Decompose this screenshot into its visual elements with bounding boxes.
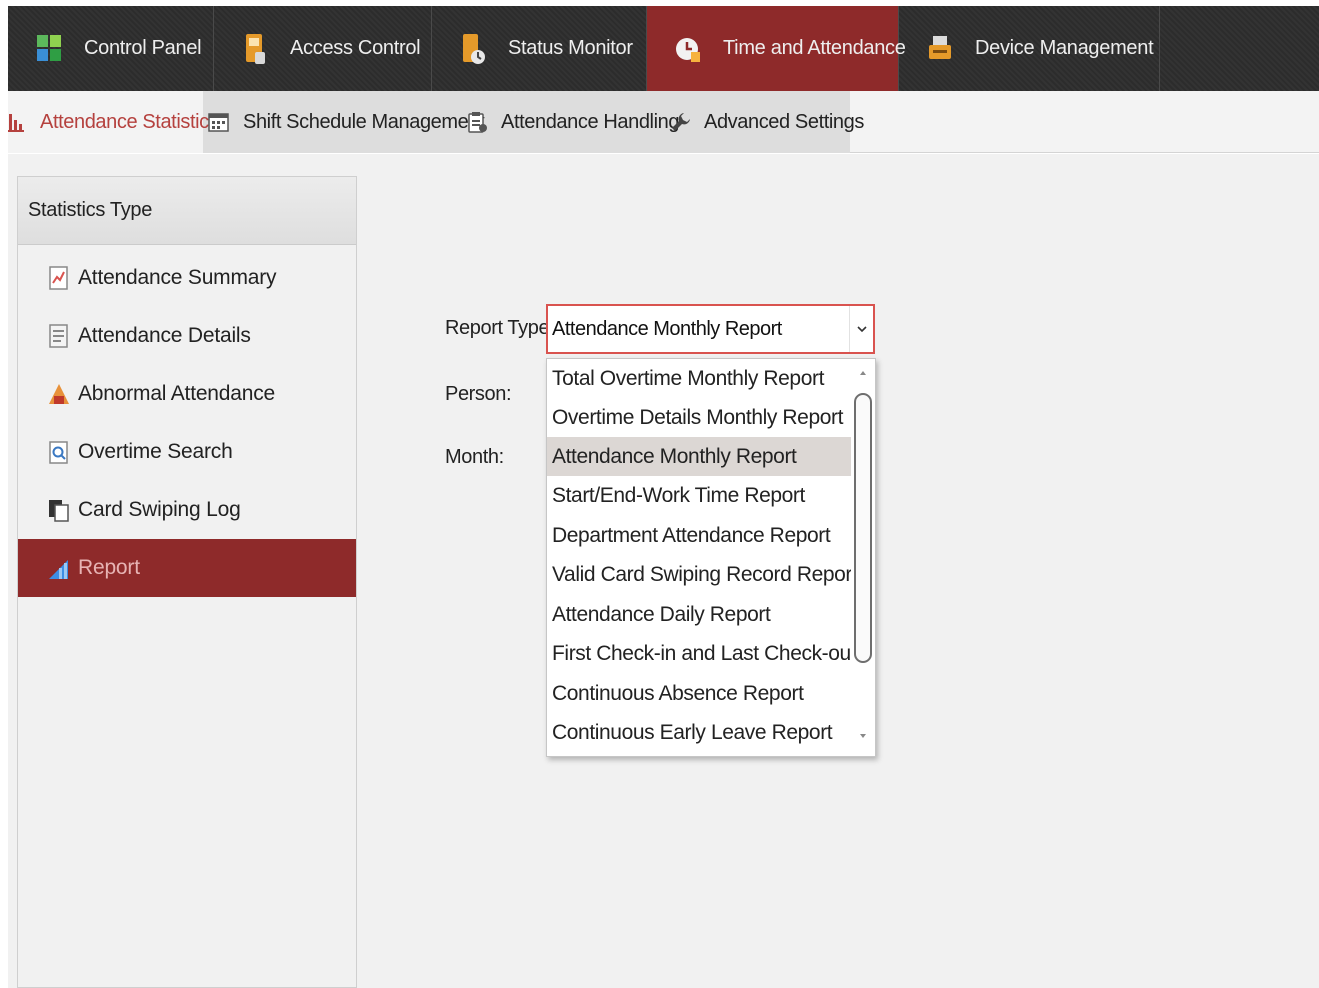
sidebar-item-attendance-details[interactable]: Attendance Details — [18, 307, 356, 365]
sidebar-item-label: Abnormal Attendance — [78, 382, 276, 405]
sidebar-item-abnormal-attendance[interactable]: Abnormal Attendance — [18, 365, 356, 423]
dropdown-option[interactable]: Valid Card Swiping Record Report — [547, 555, 852, 594]
tab-shift-schedule[interactable]: Shift Schedule Management — [208, 91, 485, 153]
dropdown-option[interactable]: Start/End-Work Time Report — [547, 476, 852, 515]
sidebar-item-label: Card Swiping Log — [78, 498, 241, 521]
details-icon — [48, 323, 70, 349]
time-attendance-icon — [675, 32, 701, 66]
nav-device-management[interactable]: Device Management — [899, 6, 1160, 91]
report-type-select[interactable]: Attendance Monthly Report — [546, 304, 875, 354]
calendar-icon — [208, 111, 230, 133]
top-nav: Control Panel Access Control Status Moni… — [8, 6, 1319, 91]
dropdown-option-selected[interactable]: Attendance Monthly Report — [547, 437, 852, 476]
dropdown-option[interactable]: Continuous Early Leave Report — [547, 713, 852, 752]
sub-tab-bar: Attendance Statistics Shift Schedule Man… — [8, 91, 1319, 153]
control-panel-icon — [36, 32, 62, 66]
summary-icon — [48, 265, 70, 291]
report-type-value: Attendance Monthly Report — [552, 317, 782, 340]
tab-label: Attendance Statistics — [40, 110, 219, 133]
panel-title: Statistics Type — [18, 177, 356, 245]
nav-time-attendance[interactable]: Time and Attendance — [647, 6, 906, 91]
abnormal-icon — [48, 381, 70, 407]
dropdown-option[interactable]: Attendance Daily Report — [547, 595, 852, 634]
card-log-icon — [48, 497, 70, 523]
nav-label: Control Panel — [84, 37, 202, 59]
overtime-search-icon — [48, 439, 70, 465]
chevron-down-icon[interactable] — [849, 306, 873, 352]
nav-label: Time and Attendance — [723, 37, 906, 59]
dropdown-option[interactable]: Department Attendance Report — [547, 516, 852, 555]
person-label: Person: — [445, 383, 512, 405]
sidebar-item-label: Attendance Summary — [78, 266, 277, 289]
scroll-thumb[interactable] — [854, 393, 872, 663]
sidebar-item-report[interactable]: Report — [18, 539, 356, 597]
main-content: Statistics Type Attendance Summary Atten… — [8, 154, 1319, 988]
tab-label: Advanced Settings — [704, 110, 864, 133]
report-type-dropdown: Total Overtime Monthly Report Overtime D… — [546, 358, 876, 757]
nav-label: Access Control — [290, 37, 421, 59]
tab-label: Attendance Handling — [501, 110, 680, 133]
dropdown-option[interactable]: First Check-in and Last Check-out R... — [547, 634, 852, 673]
bar-chart-icon — [8, 111, 30, 133]
access-control-icon — [242, 32, 268, 66]
dropdown-scrollbar[interactable] — [851, 359, 875, 756]
sidebar-item-attendance-summary[interactable]: Attendance Summary — [18, 249, 356, 307]
scroll-up-icon[interactable] — [858, 368, 868, 378]
statistics-type-panel: Statistics Type Attendance Summary Atten… — [17, 176, 357, 988]
dropdown-option[interactable]: Overtime Details Monthly Report — [547, 398, 852, 437]
month-label: Month: — [445, 446, 504, 468]
tab-attendance-statistics[interactable]: Attendance Statistics — [8, 91, 219, 153]
clipboard-icon — [466, 111, 488, 133]
device-management-icon — [927, 32, 953, 66]
dropdown-option[interactable]: Total Overtime Monthly Report — [547, 359, 852, 398]
tab-advanced-settings[interactable]: Advanced Settings — [670, 91, 864, 153]
sidebar-item-card-swiping-log[interactable]: Card Swiping Log — [18, 481, 356, 539]
dropdown-option[interactable]: Continuous Absence Report — [547, 674, 852, 713]
report-type-label: Report Type: — [445, 317, 555, 339]
report-icon — [48, 555, 70, 581]
sidebar-item-overtime-search[interactable]: Overtime Search — [18, 423, 356, 481]
sidebar-item-label: Report — [78, 556, 140, 579]
nav-label: Status Monitor — [508, 37, 633, 59]
tab-label: Shift Schedule Management — [243, 110, 485, 133]
nav-access-control[interactable]: Access Control — [214, 6, 432, 91]
status-monitor-icon — [460, 32, 486, 66]
nav-label: Device Management — [975, 37, 1154, 59]
nav-control-panel[interactable]: Control Panel — [8, 6, 214, 91]
sidebar-item-label: Overtime Search — [78, 440, 233, 463]
scroll-down-icon[interactable] — [858, 731, 868, 741]
sidebar-item-label: Attendance Details — [78, 324, 251, 347]
wrench-icon — [670, 111, 692, 133]
tab-attendance-handling[interactable]: Attendance Handling — [466, 91, 679, 153]
nav-status-monitor[interactable]: Status Monitor — [432, 6, 647, 91]
